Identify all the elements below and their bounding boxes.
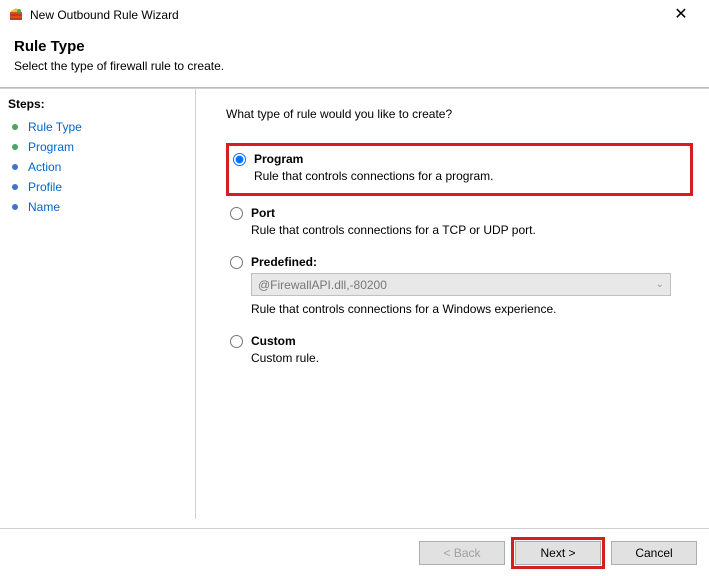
chevron-down-icon: ⌄	[656, 279, 664, 290]
option-program[interactable]: Program Rule that controls connections f…	[226, 143, 693, 196]
option-port-texts: Port Rule that controls connections for …	[251, 206, 689, 237]
sidebar-item-label: Name	[28, 200, 60, 214]
sidebar-item-program[interactable]: Program	[8, 137, 185, 157]
option-predefined-texts: Predefined: @FirewallAPI.dll,-80200 ⌄ Ru…	[251, 255, 689, 316]
option-predefined[interactable]: Predefined: @FirewallAPI.dll,-80200 ⌄ Ru…	[226, 249, 693, 326]
step-bullet-icon	[12, 144, 18, 150]
next-button-highlight: Next >	[511, 537, 605, 569]
titlebar: New Outbound Rule Wizard ✕	[0, 0, 709, 30]
sidebar-item-label: Program	[28, 140, 74, 154]
option-program-texts: Program Rule that controls connections f…	[254, 152, 686, 183]
option-custom-title: Custom	[251, 334, 689, 348]
sidebar-item-label: Rule Type	[28, 120, 82, 134]
firewall-icon	[8, 7, 24, 23]
option-program-title: Program	[254, 152, 686, 166]
option-port-desc: Rule that controls connections for a TCP…	[251, 223, 689, 237]
step-bullet-icon	[12, 184, 18, 190]
option-custom-desc: Custom rule.	[251, 351, 689, 365]
step-bullet-icon	[12, 124, 18, 130]
radio-predefined[interactable]	[230, 256, 243, 269]
radio-custom[interactable]	[230, 335, 243, 348]
step-bullet-icon	[12, 164, 18, 170]
option-predefined-title: Predefined:	[251, 255, 689, 269]
sidebar-item-profile[interactable]: Profile	[8, 177, 185, 197]
sidebar-item-label: Profile	[28, 180, 62, 194]
sidebar-item-action[interactable]: Action	[8, 157, 185, 177]
step-bullet-icon	[12, 204, 18, 210]
question-text: What type of rule would you like to crea…	[226, 107, 693, 121]
sidebar-item-name[interactable]: Name	[8, 197, 185, 217]
option-predefined-desc: Rule that controls connections for a Win…	[251, 302, 689, 316]
option-port[interactable]: Port Rule that controls connections for …	[226, 200, 693, 247]
steps-heading: Steps:	[8, 97, 185, 111]
steps-sidebar: Steps: Rule Type Program Action Profile …	[0, 89, 195, 519]
content-area: Steps: Rule Type Program Action Profile …	[0, 89, 709, 519]
option-custom[interactable]: Custom Custom rule.	[226, 328, 693, 375]
wizard-footer: < Back Next > Cancel	[0, 528, 709, 576]
window-title: New Outbound Rule Wizard	[30, 8, 661, 22]
option-port-title: Port	[251, 206, 689, 220]
close-icon[interactable]: ✕	[661, 0, 701, 30]
cancel-button[interactable]: Cancel	[611, 541, 697, 565]
option-program-desc: Rule that controls connections for a pro…	[254, 169, 686, 183]
back-button: < Back	[419, 541, 505, 565]
page-title: Rule Type	[14, 38, 695, 55]
sidebar-item-rule-type[interactable]: Rule Type	[8, 117, 185, 137]
predefined-select[interactable]: @FirewallAPI.dll,-80200 ⌄	[251, 273, 671, 296]
main-panel: What type of rule would you like to crea…	[196, 89, 709, 519]
predefined-select-value: @FirewallAPI.dll,-80200	[258, 278, 387, 292]
radio-port[interactable]	[230, 207, 243, 220]
option-custom-texts: Custom Custom rule.	[251, 334, 689, 365]
page-subtitle: Select the type of firewall rule to crea…	[14, 59, 695, 73]
sidebar-item-label: Action	[28, 160, 61, 174]
wizard-header: Rule Type Select the type of firewall ru…	[0, 30, 709, 87]
radio-program[interactable]	[233, 153, 246, 166]
next-button[interactable]: Next >	[515, 541, 601, 565]
